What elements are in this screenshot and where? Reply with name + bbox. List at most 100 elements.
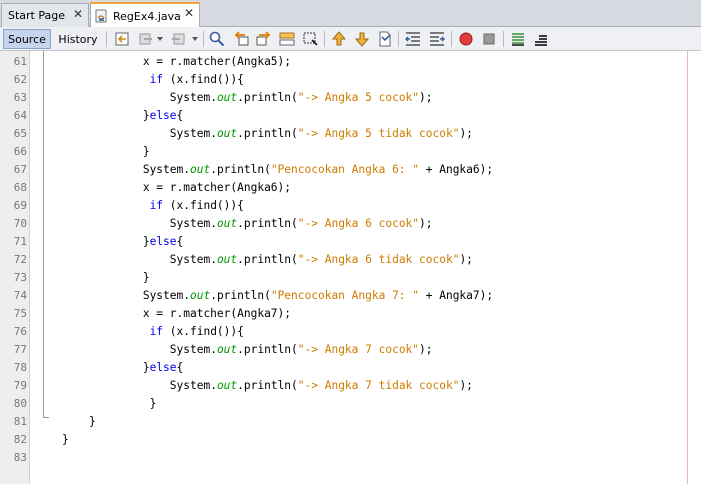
code-line[interactable]: 77 System.out.println("-> Angka 7 cocok"…	[0, 341, 701, 359]
rectangular-selection-icon[interactable]	[302, 31, 318, 47]
find-next-icon[interactable]	[256, 31, 272, 47]
code-token: }	[142, 145, 150, 158]
code-line[interactable]: 61 x = r.matcher(Angka5);	[0, 53, 701, 71]
code-line[interactable]: 72 System.out.println("-> Angka 6 tidak …	[0, 251, 701, 269]
code-line[interactable]: 65 System.out.println("-> Angka 5 tidak …	[0, 125, 701, 143]
code-line[interactable]: 68 x = r.matcher(Angka6);	[0, 179, 701, 197]
field-token: out	[216, 343, 238, 356]
editor-toolbar: Source History	[0, 27, 701, 51]
code-text: }else{	[62, 233, 183, 251]
code-text: x = r.matcher(Angka7);	[62, 305, 291, 323]
field-token: out	[216, 253, 238, 266]
string-token: "-> Angka 5 tidak cocok"	[297, 127, 460, 140]
code-token: );	[459, 379, 473, 392]
code-token: .println(	[237, 253, 298, 266]
shift-left-icon[interactable]	[405, 31, 421, 47]
code-line[interactable]: 64 }else{	[0, 107, 701, 125]
line-number: 64	[13, 109, 27, 122]
back-icon[interactable]	[138, 31, 154, 47]
code-token: (x.find()){	[163, 73, 244, 86]
tab-label: RegEx4.java	[113, 9, 181, 23]
code-line[interactable]: 73 }	[0, 269, 701, 287]
field-token: out	[216, 379, 238, 392]
code-token: );	[419, 91, 433, 104]
line-number: 80	[13, 397, 27, 410]
line-number: 82	[13, 433, 27, 446]
keyword-token: else	[149, 109, 177, 122]
code-text: System.out.println("Pencocokan Angka 6: …	[62, 161, 493, 179]
code-token: .println(	[210, 289, 271, 302]
code-token: x = r.matcher(Angka7);	[142, 307, 292, 320]
line-number: 76	[13, 325, 27, 338]
code-line[interactable]: 79 System.out.println("-> Angka 7 tidak …	[0, 377, 701, 395]
line-number: 77	[13, 343, 27, 356]
code-line[interactable]: 69 if (x.find()){	[0, 197, 701, 215]
code-token: .println(	[237, 343, 298, 356]
code-token: System.	[142, 289, 190, 302]
toolbar-separator	[451, 31, 452, 47]
code-text: if (x.find()){	[62, 197, 244, 215]
code-editor[interactable]: 61 x = r.matcher(Angka5); 62 if (x.find()…	[0, 51, 701, 484]
code-text: }	[62, 413, 96, 431]
keyword-token: if	[149, 73, 164, 86]
code-line[interactable]: 74 System.out.println("Pencocokan Angka …	[0, 287, 701, 305]
next-bookmark-icon[interactable]	[354, 31, 370, 47]
line-number: 75	[13, 307, 27, 320]
close-icon[interactable]: ✕	[73, 7, 83, 21]
find-previous-icon[interactable]	[233, 31, 249, 47]
find-icon[interactable]	[209, 31, 225, 47]
code-line[interactable]: 83	[0, 449, 701, 467]
forward-icon[interactable]	[170, 31, 186, 47]
source-view-button[interactable]: Source	[3, 29, 51, 49]
code-line[interactable]: 80 }	[0, 395, 701, 413]
code-token: System.	[169, 253, 217, 266]
code-token: .println(	[237, 379, 298, 392]
code-token: System.	[169, 91, 217, 104]
tab-regex4-java[interactable]: RegEx4.java ✕	[90, 2, 200, 28]
comment-icon[interactable]	[510, 31, 526, 47]
code-line[interactable]: 82}	[0, 431, 701, 449]
shift-right-icon[interactable]	[429, 31, 445, 47]
code-line[interactable]: 78 }else{	[0, 359, 701, 377]
history-view-button[interactable]: History	[55, 29, 101, 49]
code-line[interactable]: 71 }else{	[0, 233, 701, 251]
code-line[interactable]: 76 if (x.find()){	[0, 323, 701, 341]
code-token: }	[142, 109, 150, 122]
code-token: (x.find()){	[163, 325, 244, 338]
code-line[interactable]: 75 x = r.matcher(Angka7);	[0, 305, 701, 323]
start-macro-recording-icon[interactable]	[458, 31, 474, 47]
line-number: 63	[13, 91, 27, 104]
line-number: 83	[13, 451, 27, 464]
code-line[interactable]: 63 System.out.println("-> Angka 5 cocok"…	[0, 89, 701, 107]
previous-bookmark-icon[interactable]	[331, 31, 347, 47]
code-line[interactable]: 62 if (x.find()){	[0, 71, 701, 89]
code-line[interactable]: 81 }	[0, 413, 701, 431]
last-edit-icon[interactable]	[115, 31, 131, 47]
back-dropdown-icon[interactable]	[157, 37, 163, 41]
code-text: }	[62, 395, 157, 413]
line-number: 81	[13, 415, 27, 428]
line-number: 62	[13, 73, 27, 86]
forward-dropdown-icon[interactable]	[192, 37, 198, 41]
code-text: }	[62, 269, 150, 287]
tab-start-page[interactable]: Start Page ✕	[1, 3, 89, 27]
line-number: 72	[13, 253, 27, 266]
code-text: x = r.matcher(Angka6);	[62, 179, 291, 197]
code-line[interactable]: 66 }	[0, 143, 701, 161]
code-text: System.out.println("Pencocokan Angka 7: …	[62, 287, 493, 305]
code-line[interactable]: 67 System.out.println("Pencocokan Angka …	[0, 161, 701, 179]
close-icon[interactable]: ✕	[184, 6, 194, 20]
toggle-bookmark-icon[interactable]	[377, 31, 393, 47]
code-line[interactable]: 70 System.out.println("-> Angka 6 cocok"…	[0, 215, 701, 233]
toolbar-separator	[106, 31, 107, 47]
toggle-highlight-icon[interactable]	[279, 31, 295, 47]
code-token: );	[459, 253, 473, 266]
code-text: }else{	[62, 107, 183, 125]
line-number: 73	[13, 271, 27, 284]
uncomment-icon[interactable]	[533, 31, 549, 47]
code-token: (x.find()){	[163, 199, 244, 212]
code-token: x = r.matcher(Angka5);	[142, 55, 292, 68]
line-number: 67	[13, 163, 27, 176]
code-token: }	[88, 415, 96, 428]
stop-macro-recording-icon[interactable]	[481, 31, 497, 47]
